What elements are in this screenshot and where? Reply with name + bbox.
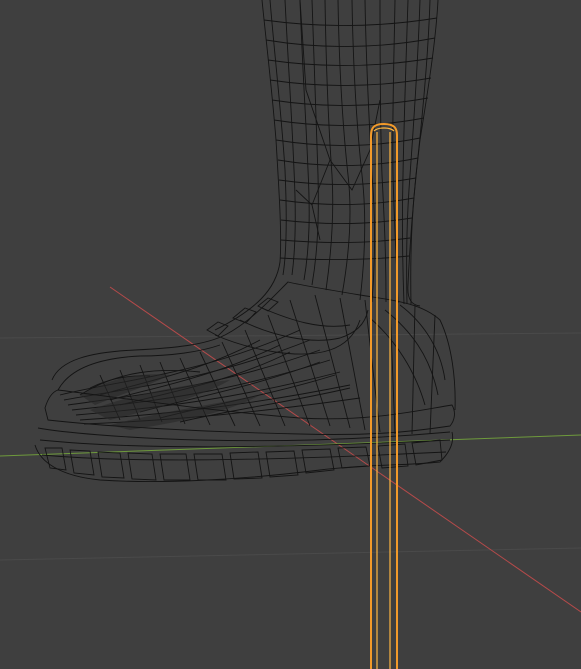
floor-grid: [0, 332, 581, 561]
leg-outline-back: [407, 0, 439, 307]
strap-buckles: [206, 297, 369, 355]
leg-ring-edges: [263, 17, 438, 261]
leg-boot-mesh[interactable]: [34, 0, 456, 482]
3d-viewport[interactable]: [0, 0, 581, 669]
rod-outline: [370, 122, 398, 669]
vertical-rod[interactable]: [370, 122, 398, 669]
viewport-canvas[interactable]: [0, 0, 581, 669]
shoe-sole-top: [37, 427, 451, 442]
leg-outline-front: [214, 0, 282, 331]
rod-cap: [373, 127, 395, 132]
sole-tread-blocks: [39, 439, 451, 481]
